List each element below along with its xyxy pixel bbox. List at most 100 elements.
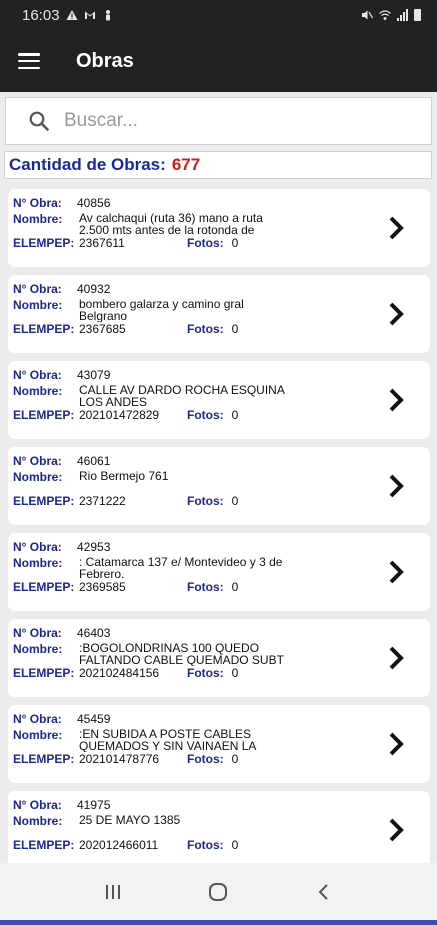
obra-label: N° Obra:: [13, 454, 62, 468]
fotos-label: Fotos:: [187, 408, 224, 422]
chevron-right-icon[interactable]: [388, 559, 404, 585]
fotos-value: 0: [231, 752, 239, 766]
page-title: Obras: [76, 49, 134, 72]
elempep-value: 202012466011: [79, 838, 159, 852]
status-right: [361, 9, 421, 21]
main-content: Cantidad de Obras: 677 N° Obra: 40856 Nom…: [0, 92, 437, 863]
elempep-label: ELEMPEP:: [13, 838, 75, 852]
fotos-label: Fotos:: [187, 838, 224, 852]
obra-label: N° Obra:: [13, 540, 62, 554]
elempep-label: ELEMPEP:: [13, 322, 75, 336]
back-icon: [318, 883, 328, 900]
elempep-label: ELEMPEP:: [13, 408, 75, 422]
chevron-right-icon[interactable]: [388, 301, 404, 327]
gmail-icon: [84, 11, 95, 19]
fotos-label: Fotos:: [187, 580, 224, 594]
obra-name: 25 DE MAYO 1385: [79, 814, 181, 827]
count-label: Cantidad de Obras:: [9, 155, 166, 174]
status-bar: 16:03: [0, 0, 437, 30]
obra-name: :EN SUBIDA A POSTE CABLES QUEMADOS Y SIN…: [79, 728, 256, 752]
hamburger-menu-icon[interactable]: [18, 53, 40, 69]
fotos-value: 0: [231, 322, 239, 336]
nombre-label: Nombre:: [13, 728, 63, 742]
obra-number: 43079: [77, 368, 111, 382]
chevron-right-icon[interactable]: [388, 215, 404, 241]
mute-icon: [362, 10, 373, 20]
recent-apps-button[interactable]: [99, 878, 127, 906]
elempep-value: 202101478776: [79, 752, 160, 766]
obra-card[interactable]: N° Obra: 45459 Nombre: :EN SUBIDA A POSTE …: [8, 705, 430, 783]
obra-number: 42953: [77, 540, 111, 554]
obra-card[interactable]: N° Obra: 43079 Nombre: CALLE AV DARDO ROCH…: [8, 361, 430, 439]
obra-label: N° Obra:: [13, 196, 62, 210]
warning-icon: [66, 10, 78, 20]
obra-card[interactable]: N° Obra: 46403 Nombre::BOGOLONDRINAS 100 …: [8, 619, 430, 697]
elempep-label: ELEMPEP:: [13, 580, 75, 594]
elempep-label: ELEMPEP:: [13, 752, 75, 766]
obra-card[interactable]: N° Obra: 40856 Nombre: Av calchaqui (ruta …: [8, 189, 430, 267]
home-icon: [209, 882, 228, 901]
fotos-label: Fotos:: [187, 322, 224, 336]
obras-list: N° Obra: 40856 Nombre: Av calchaqui (ruta …: [8, 189, 430, 863]
nombre-label: Nombre:: [13, 814, 63, 828]
wifi-icon: [379, 10, 391, 20]
nombre-label: Nombre:: [13, 642, 63, 656]
nombre-label: Nombre:: [13, 212, 63, 226]
fotos-value: 0: [231, 838, 239, 852]
obras-count-bar: Cantidad de Obras: 677: [4, 151, 432, 179]
obra-name: CALLE AV DARDO ROCHA ESQUINA LOS ANDES: [79, 384, 285, 408]
obra-name: bombero galarza y camino gral Belgrano: [79, 298, 244, 322]
obra-number: 40856: [77, 196, 111, 210]
obra-label: N° Obra:: [13, 282, 62, 296]
fotos-label: Fotos:: [187, 752, 224, 766]
obra-name: :BOGOLONDRINAS 100 QUEDO FALTANDO CABLE …: [79, 642, 284, 666]
chevron-right-icon[interactable]: [388, 817, 404, 843]
obra-number: 41975: [77, 798, 111, 812]
fotos-label: Fotos:: [187, 236, 224, 250]
obra-card[interactable]: N° Obra: 42953 Nombre: : Catamarca 137 e/ …: [8, 533, 430, 611]
elempep-value: 202101472829: [79, 408, 160, 422]
obra-number: 40932: [77, 282, 111, 296]
back-button[interactable]: [310, 878, 338, 906]
obra-number: 45459: [77, 712, 111, 726]
recent-apps-icon: [105, 884, 120, 899]
fotos-value: 0: [231, 408, 239, 422]
fotos-label: Fotos:: [187, 494, 224, 508]
obra-label: N° Obra:: [13, 712, 62, 726]
chevron-right-icon[interactable]: [388, 473, 404, 499]
chevron-right-icon[interactable]: [388, 387, 404, 413]
obra-number: 46061: [77, 454, 111, 468]
fotos-value: 0: [231, 236, 239, 250]
nombre-label: Nombre:: [13, 556, 63, 570]
obra-card[interactable]: N° Obra: 41975 Nombre: 25 DE MAYO 1385 ELE…: [8, 791, 430, 863]
elempep-label: ELEMPEP:: [13, 494, 75, 508]
chevron-right-icon[interactable]: [388, 645, 404, 671]
chevron-right-icon[interactable]: [388, 731, 404, 757]
search-input[interactable]: [64, 110, 394, 132]
status-time: 16:03: [22, 6, 60, 24]
nombre-label: Nombre:: [13, 298, 63, 312]
search-box[interactable]: [5, 97, 432, 145]
obra-name: : Catamarca 137 e/ Montevideo y 3 de Feb…: [79, 556, 283, 580]
home-button[interactable]: [204, 878, 232, 906]
fotos-value: 0: [231, 580, 239, 594]
obra-card[interactable]: N° Obra: 40932 Nombre: bombero galarza y …: [8, 275, 430, 353]
elempep-value: 2367611: [79, 236, 125, 250]
app-bar: Obras: [0, 30, 437, 92]
system-nav-bar: [0, 863, 437, 920]
fotos-label: Fotos:: [187, 666, 224, 680]
nombre-label: Nombre:: [13, 384, 63, 398]
signal-icon: [397, 9, 408, 21]
obra-label: N° Obra:: [13, 626, 62, 640]
elempep-label: ELEMPEP:: [13, 666, 75, 680]
elempep-value: 2369585: [79, 580, 126, 594]
obra-name: Av calchaqui (ruta 36) mano a ruta 2.500…: [79, 212, 263, 236]
nombre-label: Nombre:: [13, 470, 63, 484]
status-left: 16:03: [22, 7, 114, 24]
bottom-accent-strip: [0, 920, 437, 925]
obra-card[interactable]: N° Obra: 46061 Nombre: Rio Bermejo 761 EL…: [8, 447, 430, 525]
elempep-label: ELEMPEP:: [13, 236, 75, 250]
elempep-value: 202102484156: [79, 666, 160, 680]
search-icon: [29, 111, 49, 131]
obra-name: Rio Bermejo 761: [79, 470, 169, 483]
